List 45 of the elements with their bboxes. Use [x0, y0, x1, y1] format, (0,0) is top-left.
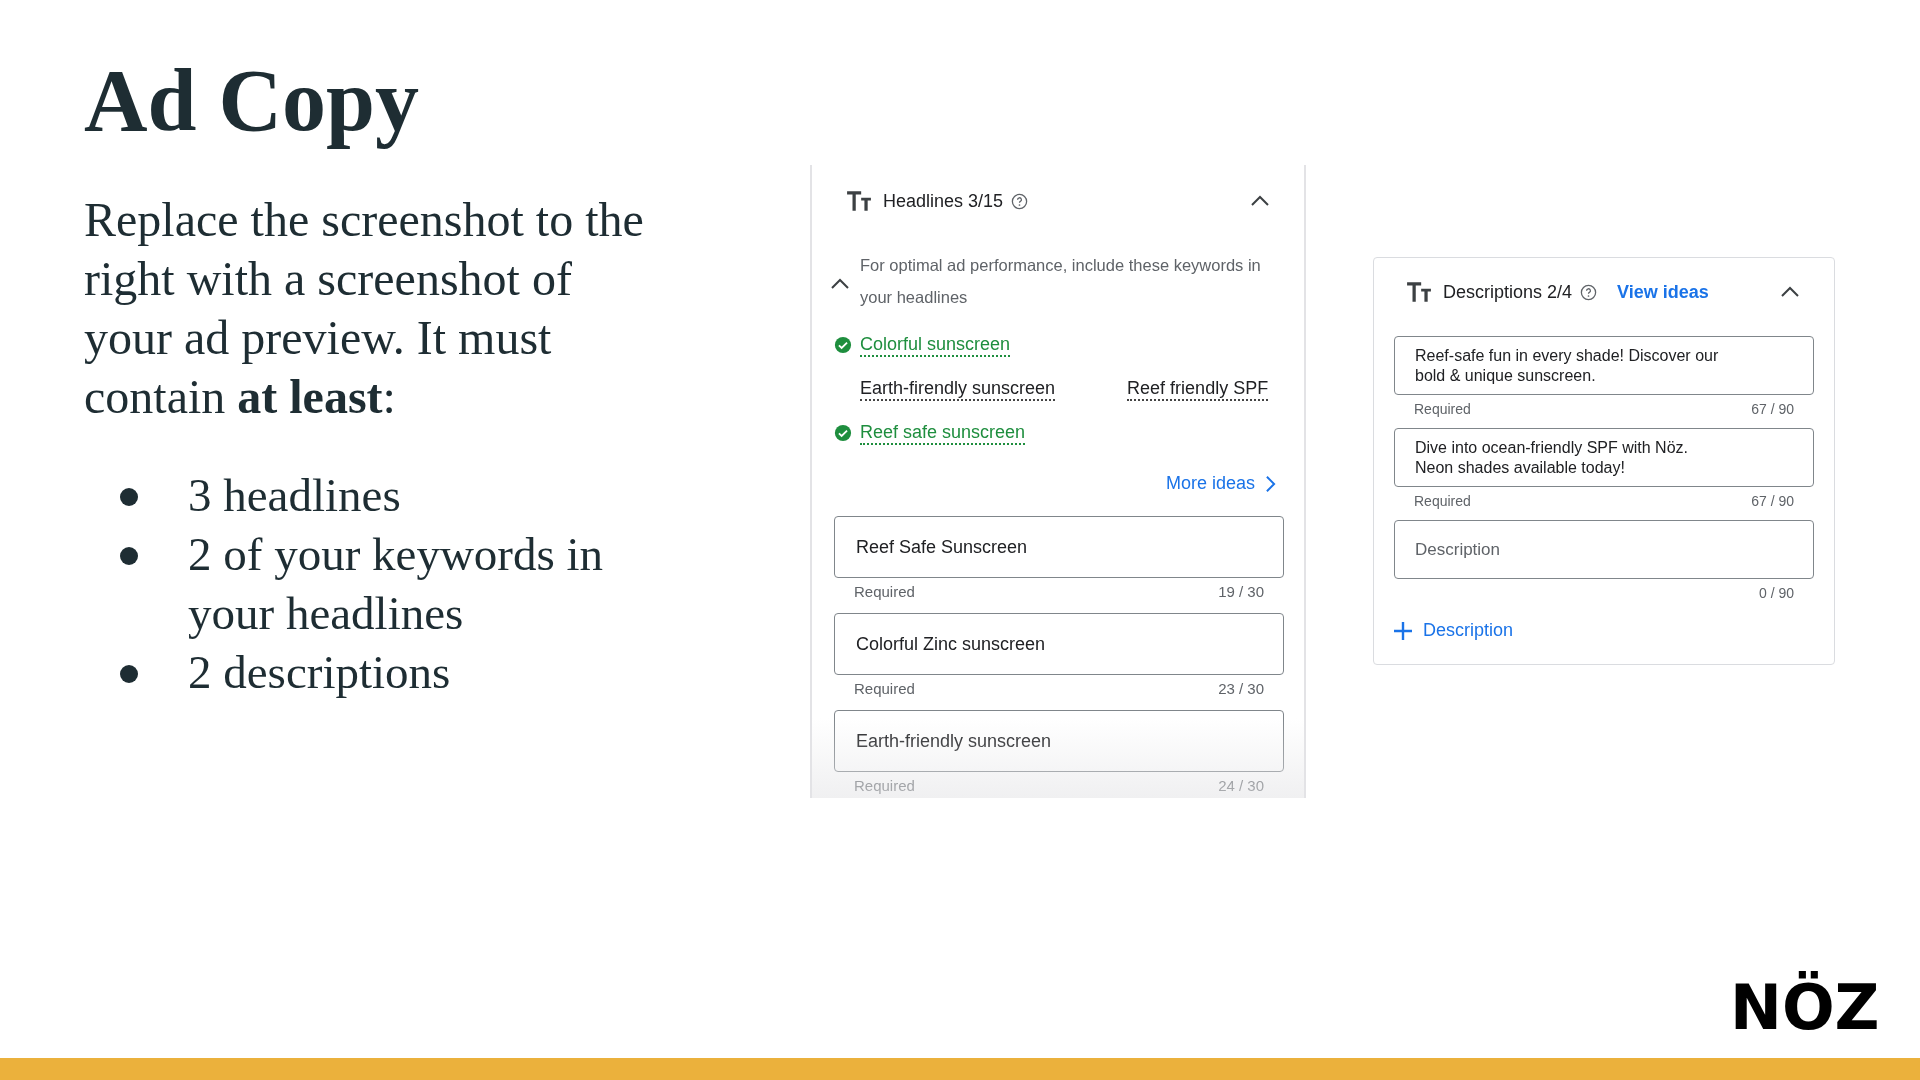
brand-logo: NÖZ: [1729, 970, 1881, 1046]
keyword-link[interactable]: Earth-firendly sunscreen: [860, 377, 1056, 401]
helper-text: Required: [854, 680, 915, 697]
add-description-button[interactable]: Description: [1393, 620, 1514, 641]
text-size-icon: [846, 190, 872, 212]
headline-field[interactable]: Earth-friendly sunscreen: [834, 710, 1284, 772]
view-ideas-link[interactable]: View ideas: [1617, 281, 1709, 303]
character-count: 67 / 90: [1751, 493, 1794, 510]
instruction-paragraph: Replace the screenshot to the right with a screenshot of your ad preview. It must contain at least:: [84, 191, 644, 425]
description-field[interactable]: Reef-safe fun in every shade! Discover our bold & unique sunscreen.: [1394, 336, 1814, 395]
plus-icon: [1393, 620, 1413, 641]
keyword-link[interactable]: Colorful sunscreen: [860, 333, 1011, 357]
description-field[interactable]: Dive into ocean-friendly SPF with Nöz. Neon shades available today!: [1394, 428, 1814, 487]
helper-text: Required: [854, 777, 915, 794]
helper-text: Required: [1414, 493, 1471, 510]
headline-field[interactable]: Colorful Zinc sunscreen: [834, 613, 1284, 675]
description-field[interactable]: Description: [1394, 520, 1814, 579]
text-size-icon: [1406, 281, 1432, 303]
help-icon[interactable]: [1580, 283, 1598, 301]
bullet-icon: [120, 487, 138, 506]
character-count: 67 / 90: [1751, 401, 1794, 418]
bullet-icon: [120, 546, 138, 565]
more-ideas-button[interactable]: More ideas: [1165, 473, 1276, 494]
bullet-text: 2 of your keywords in your headlines: [188, 526, 605, 641]
character-count: 0 / 90: [1758, 585, 1794, 602]
bullet-text: 2 descriptions: [188, 644, 452, 700]
collapse-icon[interactable]: [1250, 195, 1270, 207]
keyword-link[interactable]: Reef friendly SPF: [1127, 377, 1269, 401]
bullet-icon: [120, 664, 138, 683]
chevron-right-icon: [1265, 474, 1276, 493]
character-count: 24 / 30: [1218, 777, 1264, 794]
panel-title: Descriptions 2/4: [1443, 281, 1573, 303]
keyword-hint: For optimal ad performance, include these keywords in your headlines: [860, 255, 1262, 308]
helper-text: Required: [1414, 401, 1471, 418]
panel-title: Headlines 3/15: [883, 190, 1004, 212]
character-count: 19 / 30: [1218, 583, 1264, 600]
helper-text: Required: [854, 583, 915, 600]
slide-title: Ad Copy: [84, 51, 420, 151]
keyword-link[interactable]: Reef safe sunscreen: [860, 421, 1026, 445]
headline-field[interactable]: Reef Safe Sunscreen: [834, 516, 1284, 578]
collapse-icon[interactable]: [830, 278, 850, 290]
help-icon[interactable]: [1011, 192, 1029, 210]
collapse-icon[interactable]: [1780, 286, 1800, 298]
character-count: 23 / 30: [1218, 680, 1264, 697]
bullet-text: 3 headlines: [188, 467, 402, 523]
